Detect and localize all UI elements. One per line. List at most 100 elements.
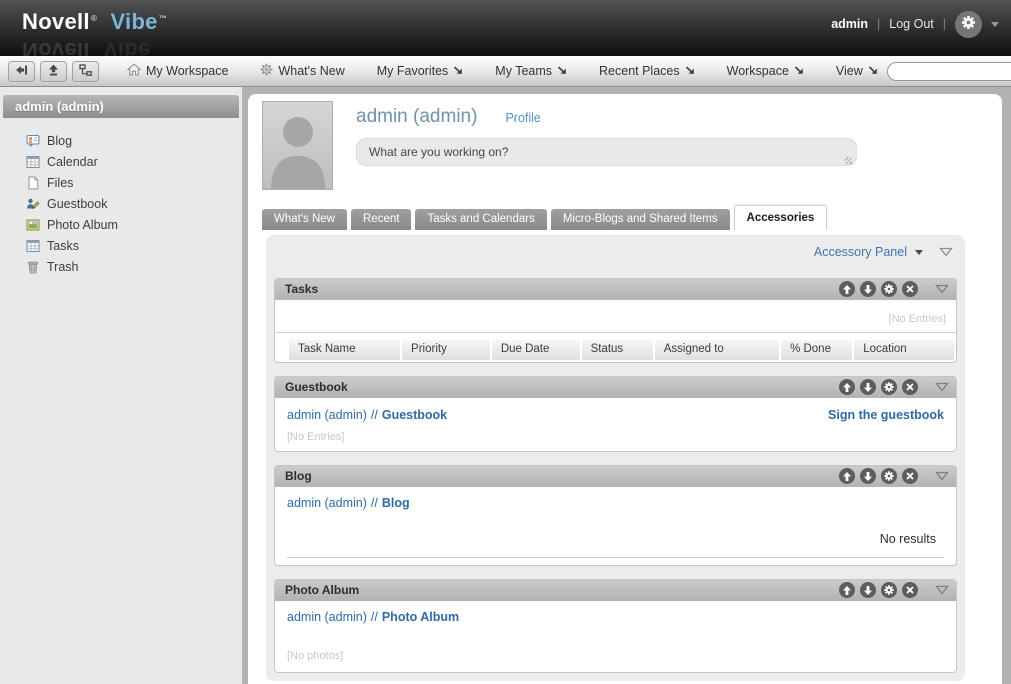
nav-my-favorites[interactable]: My Favorites xyxy=(368,57,473,86)
panel-title: Guestbook xyxy=(285,380,348,394)
sidebar-item-trash[interactable]: Trash xyxy=(26,256,242,277)
accessory-panel-caret-icon[interactable] xyxy=(915,249,923,255)
empty-state-label: [No Entries] xyxy=(287,431,345,443)
collapse-panel-triangle-icon[interactable] xyxy=(935,585,949,595)
collapse-panel-triangle-icon[interactable] xyxy=(935,471,949,481)
collapse-panel-triangle-icon[interactable] xyxy=(935,284,949,294)
accessory-panel-menu-row: Accessory Panel xyxy=(274,241,957,265)
dropdown-arrow-icon xyxy=(794,64,804,78)
logged-in-username: admin xyxy=(831,17,869,31)
panel-header-tasks: Tasks xyxy=(275,279,956,300)
breadcrumb-workspace-link[interactable]: admin (admin) xyxy=(287,408,367,422)
sign-guestbook-link[interactable]: Sign the guestbook xyxy=(828,408,944,422)
app-header: Novell® Vibe™ Novell Vibe admin | Log Ou… xyxy=(0,0,1011,56)
move-up-button[interactable] xyxy=(839,582,855,598)
sidebar-item-label: Blog xyxy=(47,133,73,148)
accessory-panel-photo-album: Photo Album admin (admin)//Photo Album [… xyxy=(274,579,957,673)
sidebar-item-tasks[interactable]: Tasks xyxy=(26,235,242,256)
resize-grip[interactable] xyxy=(845,157,852,164)
panel-header-guestbook: Guestbook xyxy=(275,377,956,398)
sidebar-tree: Blog Calendar Files Guestbook Photo Albu… xyxy=(0,118,242,277)
photo-album-icon xyxy=(26,218,40,232)
brand-novell: Novell xyxy=(22,9,90,34)
move-down-button[interactable] xyxy=(860,281,876,297)
accessory-panel-menu-link[interactable]: Accessory Panel xyxy=(814,245,907,259)
nav-my-workspace-label: My Workspace xyxy=(146,64,229,78)
tab-tasks-and-calendars[interactable]: Tasks and Calendars xyxy=(415,209,547,230)
nav-my-favorites-label: My Favorites xyxy=(376,64,449,78)
sidebar-item-photo-album[interactable]: Photo Album xyxy=(26,214,242,235)
sidebar-item-calendar[interactable]: Calendar xyxy=(26,151,242,172)
status-input[interactable] xyxy=(356,138,857,166)
logout-link[interactable]: Log Out xyxy=(889,17,933,31)
collapse-left-icon xyxy=(15,64,28,79)
tab-micro-blogs[interactable]: Micro-Blogs and Shared Items xyxy=(550,209,730,230)
profile-main: admin (admin) Profile xyxy=(356,101,857,190)
move-up-button[interactable] xyxy=(839,379,855,395)
breadcrumb-folder-link[interactable]: Blog xyxy=(382,496,410,510)
move-up-button[interactable] xyxy=(839,468,855,484)
nav-my-teams[interactable]: My Teams xyxy=(486,57,576,86)
search-input[interactable] xyxy=(886,61,1011,81)
brand-vibe: Vibe xyxy=(110,9,158,34)
profile-link[interactable]: Profile xyxy=(505,111,540,125)
tab-whats-new[interactable]: What's New xyxy=(262,209,347,230)
header-user-area: admin | Log Out | xyxy=(831,0,999,48)
sidebar-item-guestbook[interactable]: Guestbook xyxy=(26,193,242,214)
collapse-panel-triangle-icon[interactable] xyxy=(935,382,949,392)
close-panel-button[interactable] xyxy=(902,379,918,395)
tab-accessories[interactable]: Accessories xyxy=(733,205,828,230)
nav-workspace-label: Workspace xyxy=(726,64,789,78)
breadcrumb-workspace-link[interactable]: admin (admin) xyxy=(287,610,367,624)
settings-button[interactable] xyxy=(955,10,982,38)
breadcrumb-separator: // xyxy=(370,408,378,422)
nav-whats-new[interactable]: What's New xyxy=(251,57,353,86)
settings-dropdown-caret-icon[interactable] xyxy=(991,21,999,27)
nav-view-menu[interactable]: View xyxy=(827,57,887,86)
collapse-all-triangle-icon[interactable] xyxy=(939,247,953,257)
registered-mark: ® xyxy=(90,13,98,23)
panel-buttons xyxy=(839,582,949,598)
avatar xyxy=(262,101,333,190)
sidebar-item-label: Calendar xyxy=(47,154,98,169)
nav-recent-places-label: Recent Places xyxy=(599,64,680,78)
close-panel-button[interactable] xyxy=(902,582,918,598)
breadcrumb-workspace-link[interactable]: admin (admin) xyxy=(287,496,367,510)
main-content: admin (admin) Profile What's New Recent … xyxy=(248,94,1002,684)
header-separator: | xyxy=(942,17,946,31)
panel-settings-button[interactable] xyxy=(881,582,897,598)
header-separator: | xyxy=(877,17,881,31)
close-panel-button[interactable] xyxy=(902,468,918,484)
move-down-button[interactable] xyxy=(860,468,876,484)
panel-settings-button[interactable] xyxy=(881,281,897,297)
page-body: admin (admin) Blog Calendar Files Guestb… xyxy=(0,87,1011,684)
tree-icon xyxy=(79,63,92,79)
breadcrumb-folder-link[interactable]: Photo Album xyxy=(382,610,459,624)
panel-settings-button[interactable] xyxy=(881,468,897,484)
move-up-button[interactable] xyxy=(839,281,855,297)
profile-header: admin (admin) Profile xyxy=(248,101,1002,190)
panel-settings-button[interactable] xyxy=(881,379,897,395)
nav-recent-places[interactable]: Recent Places xyxy=(590,57,704,86)
sidebar-item-blog[interactable]: Blog xyxy=(26,130,242,151)
workspace-tree-button[interactable] xyxy=(72,60,99,82)
nav-workspace-menu[interactable]: Workspace xyxy=(718,57,813,86)
main-toolbar: My Workspace What's New My Favorites My … xyxy=(0,56,1011,87)
nav-my-workspace[interactable]: My Workspace xyxy=(118,57,237,86)
panel-body-photo-album: admin (admin)// Photo Album [No photos] xyxy=(275,601,956,672)
panel-body-tasks: [No Entries] Task Name Priority Due Date… xyxy=(275,300,956,360)
panel-body-guestbook: admin (admin)// Guestbook Sign the guestb… xyxy=(275,398,956,451)
close-panel-button[interactable] xyxy=(902,281,918,297)
divider xyxy=(275,332,956,333)
go-up-level-button[interactable] xyxy=(40,60,67,82)
move-down-button[interactable] xyxy=(860,379,876,395)
breadcrumb-folder-link[interactable]: Guestbook xyxy=(382,408,447,422)
tab-recent[interactable]: Recent xyxy=(351,209,412,230)
hide-sidebar-button[interactable] xyxy=(8,60,35,82)
trash-icon xyxy=(26,260,40,274)
status-box xyxy=(356,138,857,169)
sidebar-item-files[interactable]: Files xyxy=(26,172,242,193)
empty-state-label: [No Entries] xyxy=(888,313,946,325)
move-down-button[interactable] xyxy=(860,582,876,598)
accessory-panel-guestbook: Guestbook admin (admin)//Guestbook Sign … xyxy=(274,376,957,452)
